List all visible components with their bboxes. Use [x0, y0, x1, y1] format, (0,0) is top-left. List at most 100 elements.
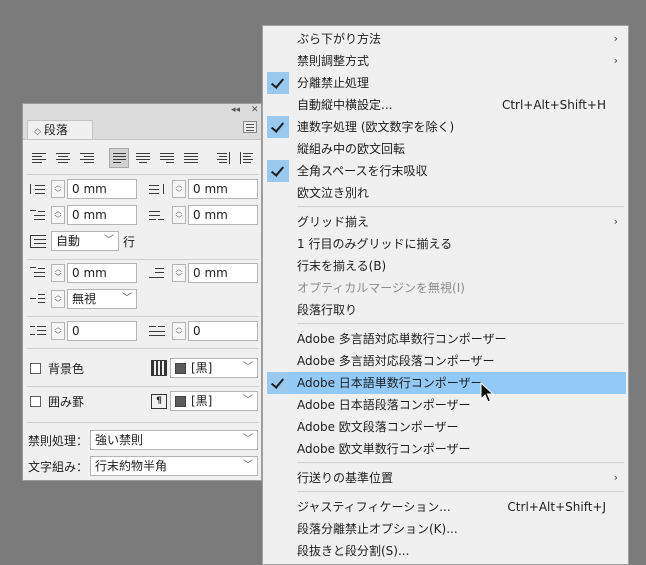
menu-item-2[interactable]: 禁則調整方式 › — [267, 50, 626, 72]
menu-item-label: グリッド揃え — [297, 215, 370, 229]
menu-item-18[interactable]: Adobe 欧文段落コンポーザー — [267, 416, 626, 438]
menu-item-15[interactable]: Adobe 多言語対応段落コンポーザー — [267, 350, 626, 372]
border-label: 囲み罫 — [48, 395, 85, 409]
menu-item-17[interactable]: Adobe 日本語段落コンポーザー — [267, 394, 626, 416]
menu-item-21[interactable]: ジャスティフィケーション... Ctrl+Alt+Shift+J — [267, 496, 626, 518]
align-left-icon[interactable] — [29, 148, 49, 168]
menu-item-label: Adobe 欧文段落コンポーザー — [297, 420, 459, 434]
kinsoku-select[interactable]: 強い禁則 ﹀ — [90, 430, 258, 450]
menu-item-label: ジャスティフィケーション... — [297, 500, 451, 514]
tab-paragraph[interactable]: ◇ 段落 — [27, 120, 93, 139]
menu-item-6[interactable]: 縦組み中の欧文回転 — [267, 138, 626, 160]
drop-cap-style-select[interactable]: 無視 ﹀ — [67, 289, 137, 309]
menu-item-14[interactable]: Adobe 多言語対応単数行コンポーザー — [267, 328, 626, 350]
last-line-indent-field[interactable]: 0 mm — [188, 205, 258, 225]
collapse-icon[interactable]: ◂◂ — [231, 104, 240, 117]
panel-title-bar[interactable]: ◂◂ ✕ — [23, 104, 261, 117]
border-color-select[interactable]: [黒] ﹀ — [170, 391, 258, 411]
menu-item-20[interactable]: 行送りの基準位置 › — [267, 467, 626, 489]
space-before-stepper[interactable]: ︿ ﹀ — [51, 264, 65, 282]
menu-item-label: 縦組み中の欧文回転 — [297, 142, 406, 156]
menu-item-label: 行送りの基準位置 — [297, 471, 394, 485]
space-after-field[interactable]: 0 mm — [188, 263, 258, 283]
menu-item-23[interactable]: 段抜きと段分割(S)... — [267, 540, 626, 562]
menu-item-label: 段抜きと段分割(S)... — [297, 544, 410, 558]
divider — [27, 422, 259, 423]
first-line-indent-field[interactable]: 0 mm — [67, 205, 137, 225]
last-line-indent-stepper[interactable]: ︿ ﹀ — [172, 206, 186, 224]
space-before-field[interactable]: 0 mm — [67, 263, 137, 283]
menu-item-label: オプティカルマージンを無視(I) — [297, 281, 465, 295]
menu-item-22[interactable]: 段落分離禁止オプション(K)... — [267, 518, 626, 540]
divider — [27, 316, 259, 317]
justify-right-icon[interactable] — [157, 148, 177, 168]
menu-item-4[interactable]: 自動縦中横設定... Ctrl+Alt+Shift+H — [267, 94, 626, 116]
chevron-down-icon: ﹀ — [243, 362, 253, 373]
justify-all-icon[interactable] — [181, 148, 201, 168]
justify-center-icon[interactable] — [133, 148, 153, 168]
left-indent-icon — [30, 182, 46, 196]
menu-item-1[interactable]: ぶら下がり方法 › — [267, 28, 626, 50]
right-indent-icon — [149, 182, 165, 196]
menu-item-shortcut: Ctrl+Alt+Shift+J — [507, 500, 606, 514]
left-indent-stepper[interactable]: ︿ ﹀ — [51, 180, 65, 198]
panel-menu-icon[interactable] — [243, 121, 257, 133]
black-swatch — [175, 396, 186, 407]
tab-expand-icon[interactable]: ◇ — [34, 127, 41, 137]
justify-left-icon[interactable] — [109, 148, 129, 168]
border-color-value: [黒] — [191, 394, 213, 408]
drop-cap-style-stepper[interactable]: ︿ ﹀ — [51, 290, 65, 308]
menu-item-label: 連数字処理 (欧文数字を除く) — [297, 120, 455, 134]
menu-item-9[interactable]: グリッド揃え › — [267, 211, 626, 233]
menu-item-label: Adobe 多言語対応単数行コンポーザー — [297, 332, 507, 346]
drop-cap-chars-field[interactable]: 0 — [188, 321, 258, 341]
menu-item-13[interactable]: 段落行取り — [267, 299, 626, 321]
shading-color-value: [黒] — [191, 361, 213, 375]
first-line-indent-stepper[interactable]: ︿ ﹀ — [51, 206, 65, 224]
divider — [27, 348, 259, 349]
shading-settings-icon[interactable] — [151, 360, 167, 376]
menu-separator — [297, 323, 624, 324]
border-settings-icon[interactable]: ¶ — [151, 394, 167, 409]
menu-item-3[interactable]: 分離禁止処理 — [267, 72, 626, 94]
shading-label: 背景色 — [48, 362, 85, 376]
shading-checkbox[interactable] — [30, 363, 41, 374]
space-after-stepper[interactable]: ︿ ﹀ — [172, 264, 186, 282]
drop-cap-lines-stepper[interactable]: ︿ ﹀ — [51, 322, 65, 340]
chevron-down-icon: ﹀ — [243, 460, 253, 471]
chevron-down-icon: ﹀ — [243, 434, 253, 445]
align-away-from-spine-icon[interactable] — [237, 148, 257, 168]
right-indent-field[interactable]: 0 mm — [188, 179, 258, 199]
submenu-arrow-icon: › — [613, 54, 618, 67]
menu-item-5[interactable]: 連数字処理 (欧文数字を除く) — [267, 116, 626, 138]
menu-item-7[interactable]: 全角スペースを行末吸収 — [267, 160, 626, 182]
drop-cap-lines-field[interactable]: 0 — [67, 321, 137, 341]
leading-select[interactable]: 自動 ﹀ — [51, 231, 119, 251]
divider — [27, 259, 259, 260]
menu-item-12[interactable]: オプティカルマージンを無視(I) — [267, 277, 626, 299]
menu-item-label: 禁則調整方式 — [297, 54, 370, 68]
right-indent-stepper[interactable]: ︿ ﹀ — [172, 180, 186, 198]
menu-item-19[interactable]: Adobe 欧文単数行コンポーザー — [267, 438, 626, 460]
drop-cap-chars-stepper[interactable]: ︿ ﹀ — [172, 322, 186, 340]
close-icon[interactable]: ✕ — [251, 104, 259, 117]
border-checkbox[interactable] — [30, 396, 41, 407]
align-toward-spine-icon[interactable] — [213, 148, 233, 168]
menu-item-label: ぶら下がり方法 — [297, 32, 382, 46]
divider — [27, 174, 259, 175]
submenu-arrow-icon: › — [613, 32, 618, 45]
menu-item-8[interactable]: 欧文泣き別れ — [267, 182, 626, 204]
align-center-icon[interactable] — [53, 148, 73, 168]
menu-item-label: 1 行目のみグリッドに揃える — [297, 237, 453, 251]
mojikumi-select[interactable]: 行末約物半角 ﹀ — [90, 456, 258, 476]
mouse-pointer-icon — [480, 382, 494, 403]
menu-item-11[interactable]: 行末を揃える(B) — [267, 255, 626, 277]
menu-item-16[interactable]: Adobe 日本語単数行コンポーザー — [267, 372, 626, 394]
shading-color-select[interactable]: [黒] ﹀ — [170, 358, 258, 378]
menu-item-label: 段落行取り — [297, 303, 358, 317]
left-indent-field[interactable]: 0 mm — [67, 179, 137, 199]
menu-item-10[interactable]: 1 行目のみグリッドに揃える — [267, 233, 626, 255]
space-after-icon — [149, 266, 165, 280]
submenu-arrow-icon: › — [613, 215, 618, 228]
align-right-icon[interactable] — [77, 148, 97, 168]
